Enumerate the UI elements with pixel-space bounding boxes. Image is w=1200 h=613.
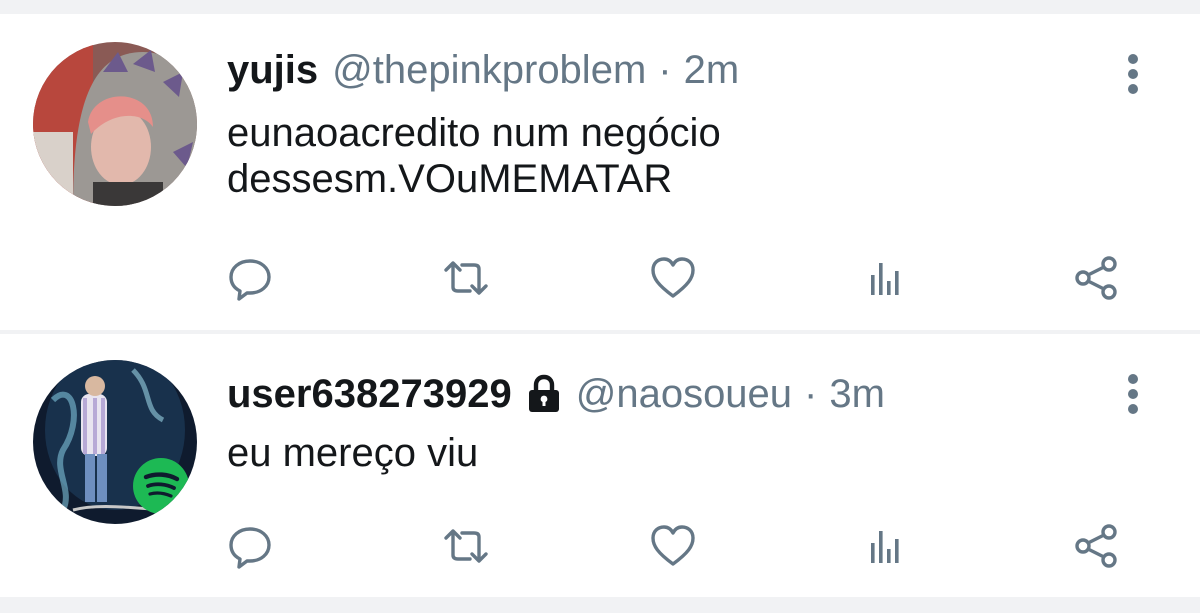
heart-icon <box>651 525 695 566</box>
like-button[interactable] <box>643 516 703 576</box>
retweet-button[interactable] <box>436 516 496 576</box>
tweet-header: yujis @thepinkproblem · 2m <box>227 46 739 94</box>
tweet-card[interactable]: yujis @thepinkproblem · 2m eunaoacredito… <box>0 14 1200 330</box>
timeline-feed: yujis @thepinkproblem · 2m eunaoacredito… <box>0 0 1200 613</box>
analytics-button[interactable] <box>855 248 915 308</box>
tweet-actions <box>0 516 1200 576</box>
separator: · <box>658 48 672 92</box>
user-handle[interactable]: @naosoueu <box>576 370 792 418</box>
reply-icon <box>229 527 271 569</box>
more-options-icon[interactable] <box>1118 50 1148 98</box>
reply-icon <box>229 259 271 301</box>
timestamp[interactable]: 3m <box>829 370 885 418</box>
heart-icon <box>651 257 695 298</box>
reply-button[interactable] <box>220 248 280 308</box>
analytics-icon <box>871 263 899 295</box>
retweet-icon <box>444 529 488 563</box>
user-handle[interactable]: @thepinkproblem <box>332 46 646 94</box>
analytics-icon <box>871 531 899 563</box>
tweet-actions <box>0 248 1200 308</box>
retweet-icon <box>444 261 488 295</box>
separator: · <box>804 372 818 416</box>
timestamp[interactable]: 2m <box>684 46 740 94</box>
share-icon <box>1075 256 1117 300</box>
share-button[interactable] <box>1066 516 1126 576</box>
like-button[interactable] <box>643 248 703 308</box>
share-button[interactable] <box>1066 248 1126 308</box>
share-icon <box>1075 524 1117 568</box>
tweet-text-line: eu mereço viu <box>227 431 479 475</box>
tweet-text: eunaoacredito num negócio dessesm.VOuMEM… <box>227 110 1127 202</box>
tweet-text-line: dessesm.VOuMEMATAR <box>227 157 673 201</box>
reply-button[interactable] <box>220 516 280 576</box>
retweet-button[interactable] <box>436 248 496 308</box>
display-name[interactable]: yujis <box>227 46 318 94</box>
tweet-text-line: eunaoacredito num negócio <box>227 111 721 155</box>
avatar[interactable] <box>33 360 197 524</box>
tweet-text: eu mereço viu <box>227 430 1127 476</box>
lock-icon <box>526 374 562 414</box>
avatar[interactable] <box>33 42 197 206</box>
analytics-button[interactable] <box>855 516 915 576</box>
avatar-image <box>33 360 197 524</box>
more-options-icon[interactable] <box>1118 370 1148 418</box>
tweet-card[interactable]: user638273929 @naosoueu · 3m eu mereço v… <box>0 334 1200 597</box>
display-name[interactable]: user638273929 <box>227 370 512 418</box>
tweet-header: user638273929 @naosoueu · 3m <box>227 370 885 418</box>
avatar-image <box>33 42 197 206</box>
